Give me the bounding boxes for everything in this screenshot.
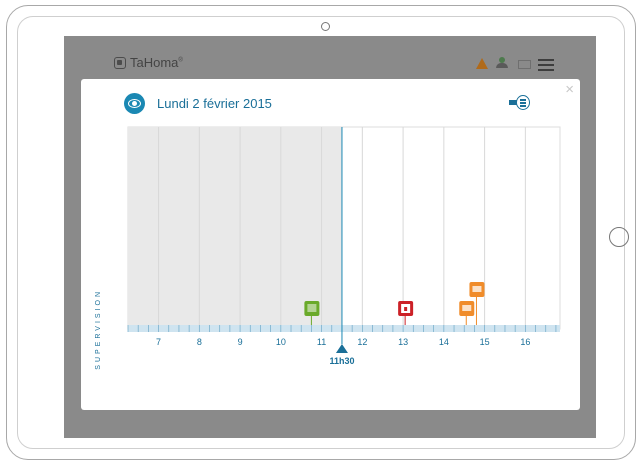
time-axis-band	[128, 325, 560, 332]
house-icon	[114, 56, 126, 69]
warning-icon[interactable]	[476, 58, 488, 69]
home-button[interactable]	[609, 227, 629, 247]
blind-panel	[462, 305, 472, 311]
x-tick-label: 8	[197, 337, 202, 347]
x-tick-label: 12	[357, 337, 367, 347]
x-tick-label: 7	[156, 337, 161, 347]
x-tick-label: 9	[238, 337, 243, 347]
x-tick-label: 15	[480, 337, 490, 347]
app-header: TaHoma®	[64, 36, 596, 78]
current-time-marker[interactable]	[335, 344, 348, 353]
lock-keyhole	[404, 307, 408, 311]
x-tick-label: 10	[276, 337, 286, 347]
x-tick-label: 14	[439, 337, 449, 347]
current-time-label: 11h30	[329, 356, 354, 366]
x-tick-label: 11	[317, 337, 326, 347]
brand-logo[interactable]: TaHoma®	[114, 55, 183, 70]
menu-icon[interactable]	[538, 59, 554, 71]
brand-name: TaHoma®	[130, 55, 183, 70]
user-icon[interactable]	[496, 57, 508, 69]
app-screen: TaHoma® × Lundi 2 février 2015 SUPERVISI…	[64, 36, 596, 438]
timeline-chart: 7 8 9 10 11 12 13 14 15 16 11h30	[127, 126, 561, 366]
supervision-dialog: × Lundi 2 février 2015 SUPERVISION 7 8 9 10…	[81, 79, 580, 410]
x-tick-label: 16	[520, 337, 530, 347]
mail-icon[interactable]	[518, 60, 531, 69]
past-shade	[128, 127, 342, 329]
camera-icon	[321, 22, 330, 31]
blind-panel	[472, 286, 482, 292]
x-tick-label: 13	[398, 337, 408, 347]
